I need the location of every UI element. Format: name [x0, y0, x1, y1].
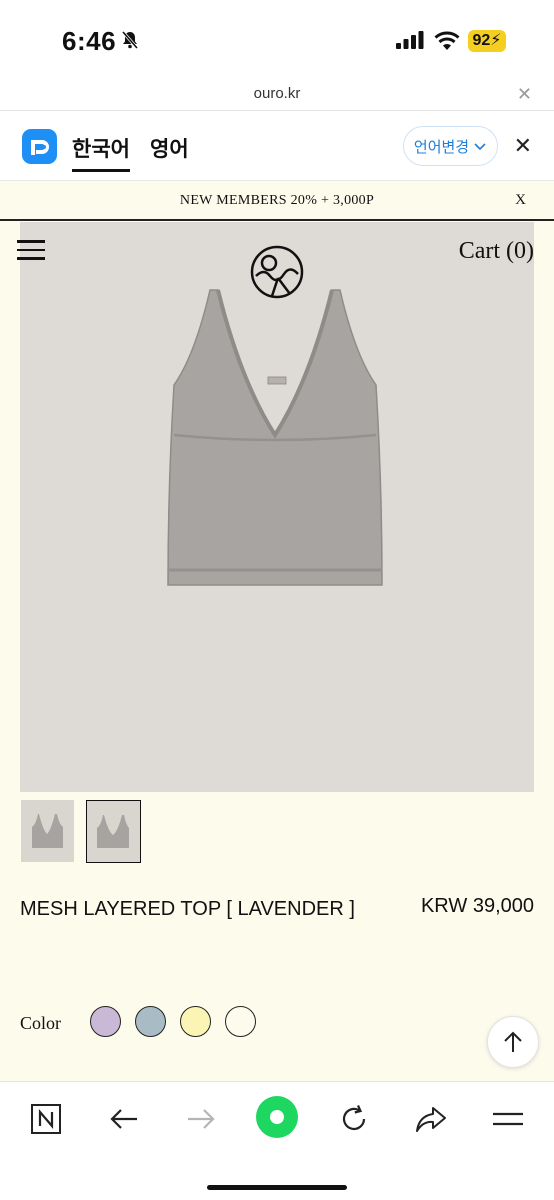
forward-arrow-icon[interactable]: [181, 1099, 221, 1139]
swatch-lavender[interactable]: [90, 1006, 121, 1037]
product-thumbnail-1[interactable]: [21, 800, 74, 862]
close-translate-icon[interactable]: ✕: [514, 133, 532, 159]
promo-banner: NEW MEMBERS 20% + 3,000P X: [0, 181, 554, 221]
color-label: Color: [20, 1013, 62, 1033]
translator-app-icon: [22, 129, 57, 164]
product-thumbnail-2[interactable]: [86, 800, 141, 863]
center-dot-icon: [270, 1110, 284, 1124]
product-price: KRW 39,000: [420, 895, 534, 917]
battery-level: 92: [472, 32, 491, 49]
change-language-label: 언어변경: [413, 137, 470, 156]
cart-link[interactable]: Cart (0): [459, 238, 534, 265]
swatch-yellow[interactable]: [180, 1006, 211, 1037]
close-url-icon[interactable]: ✕: [517, 84, 532, 105]
change-language-button[interactable]: 언어변경: [403, 126, 498, 166]
product-name: MESH LAYERED TOP [ LAVENDER ]: [20, 898, 355, 920]
battery-indicator: 92⚡: [468, 30, 506, 52]
url-text[interactable]: ouro.kr: [0, 85, 554, 102]
share-icon[interactable]: [411, 1099, 451, 1139]
status-bar: 6:46 92⚡: [0, 0, 554, 80]
ouro-logo[interactable]: [250, 238, 304, 306]
menu-icon[interactable]: [488, 1099, 528, 1139]
naver-home-icon[interactable]: [26, 1099, 66, 1139]
tab-korean[interactable]: 한국어: [72, 133, 130, 163]
chevron-down-icon: [474, 143, 486, 151]
browser-toolbar: [0, 1081, 554, 1200]
swatch-ivory[interactable]: [225, 1006, 256, 1037]
active-tab-underline: [72, 169, 130, 172]
scroll-to-top-button[interactable]: [487, 1016, 539, 1068]
arrow-up-icon: [504, 1031, 522, 1052]
charging-bolt-icon: ⚡: [490, 32, 502, 49]
cellular-signal-icon: [396, 31, 424, 49]
home-indicator: [207, 1185, 347, 1190]
status-time: 6:46: [62, 26, 117, 56]
tank-top-image: [167, 289, 383, 586]
promo-text[interactable]: NEW MEMBERS 20% + 3,000P: [0, 193, 554, 209]
translate-bar: 한국어 영어 언어변경 ✕: [0, 111, 554, 181]
tab-english[interactable]: 영어: [150, 133, 189, 163]
browser-url-bar: ouro.kr ✕: [0, 80, 554, 111]
bell-muted-icon: [121, 31, 139, 49]
wifi-icon: [434, 31, 460, 50]
hamburger-menu-icon[interactable]: [17, 240, 45, 266]
back-arrow-icon[interactable]: [104, 1099, 144, 1139]
promo-close-button[interactable]: X: [515, 192, 526, 209]
reload-icon[interactable]: [334, 1099, 374, 1139]
green-dot-button[interactable]: [256, 1096, 298, 1138]
swatch-blue-grey[interactable]: [135, 1006, 166, 1037]
